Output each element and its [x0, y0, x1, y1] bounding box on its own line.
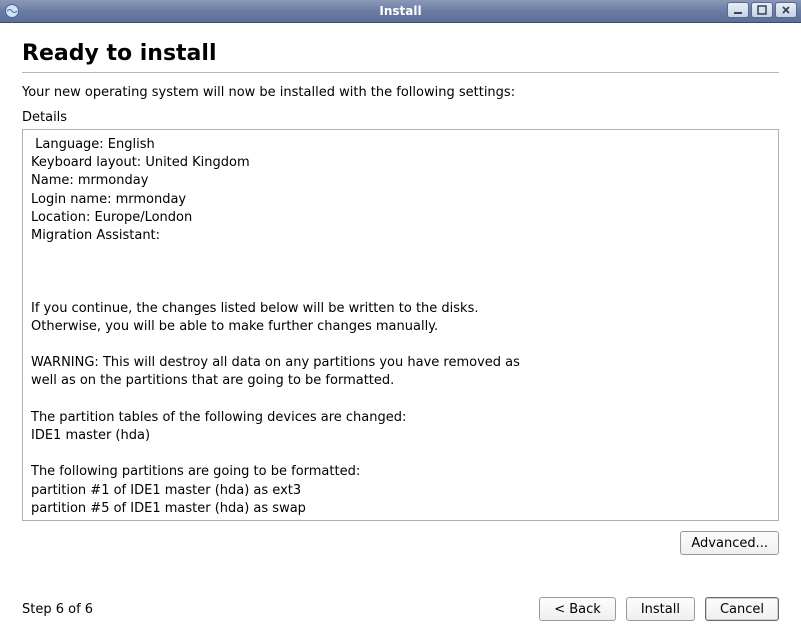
details-label: Details — [22, 110, 779, 125]
install-button[interactable]: Install — [626, 597, 695, 621]
app-icon — [4, 3, 20, 19]
close-button[interactable] — [775, 2, 797, 18]
minimize-button[interactable] — [727, 2, 749, 18]
cancel-button[interactable]: Cancel — [705, 597, 779, 621]
advanced-row: Advanced... — [22, 531, 779, 555]
footer: Step 6 of 6 < Back Install Cancel — [22, 589, 779, 621]
page-heading: Ready to install — [22, 41, 779, 66]
window-controls — [727, 2, 797, 18]
details-box[interactable]: Language: English Keyboard layout: Unite… — [22, 129, 779, 521]
intro-text: Your new operating system will now be in… — [22, 85, 779, 100]
titlebar: Install — [0, 0, 801, 23]
step-indicator: Step 6 of 6 — [22, 602, 93, 617]
window-title: Install — [0, 4, 801, 18]
advanced-button[interactable]: Advanced... — [680, 531, 779, 555]
back-button[interactable]: < Back — [539, 597, 616, 621]
heading-divider — [22, 72, 779, 73]
content-area: Ready to install Your new operating syst… — [0, 23, 801, 635]
footer-buttons: < Back Install Cancel — [539, 597, 779, 621]
maximize-button[interactable] — [751, 2, 773, 18]
